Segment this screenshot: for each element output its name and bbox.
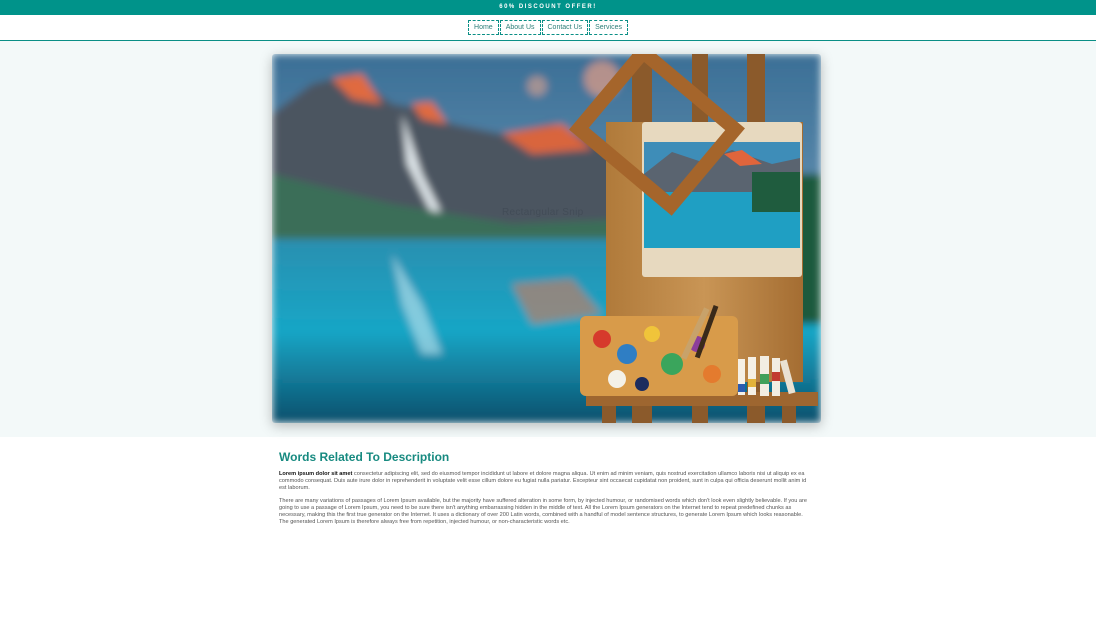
promo-banner: 60% DISCOUNT OFFER! (0, 0, 1096, 15)
promo-text: 60% DISCOUNT OFFER! (499, 4, 597, 10)
description-section: Words Related To Description Lorem ipsum… (279, 450, 813, 532)
nav-item-home[interactable]: Home (468, 20, 499, 35)
hero-image: Rectangular Snip (272, 54, 821, 423)
paint-palette (580, 305, 738, 396)
paragraph-1: Lorem ipsum dolor sit amet consectetur a… (279, 471, 813, 492)
paragraph-2: There are many variations of passages of… (279, 498, 807, 525)
paragraph-1-body: consectetur adipiscing elit, sed do eius… (279, 471, 807, 491)
nav-item-contact-us[interactable]: Contact Us (541, 20, 589, 35)
section-title: Words Related To Description (279, 450, 450, 464)
nav-item-services[interactable]: Services (589, 20, 628, 35)
paragraph-1-lead: Lorem ipsum dolor sit amet (279, 471, 353, 477)
nav-item-about-us[interactable]: About Us (499, 20, 541, 35)
hero-illustration (272, 54, 821, 423)
top-nav: Home About Us Contact Us Services (0, 15, 1096, 41)
hero-caption: Rectangular Snip (502, 207, 584, 218)
